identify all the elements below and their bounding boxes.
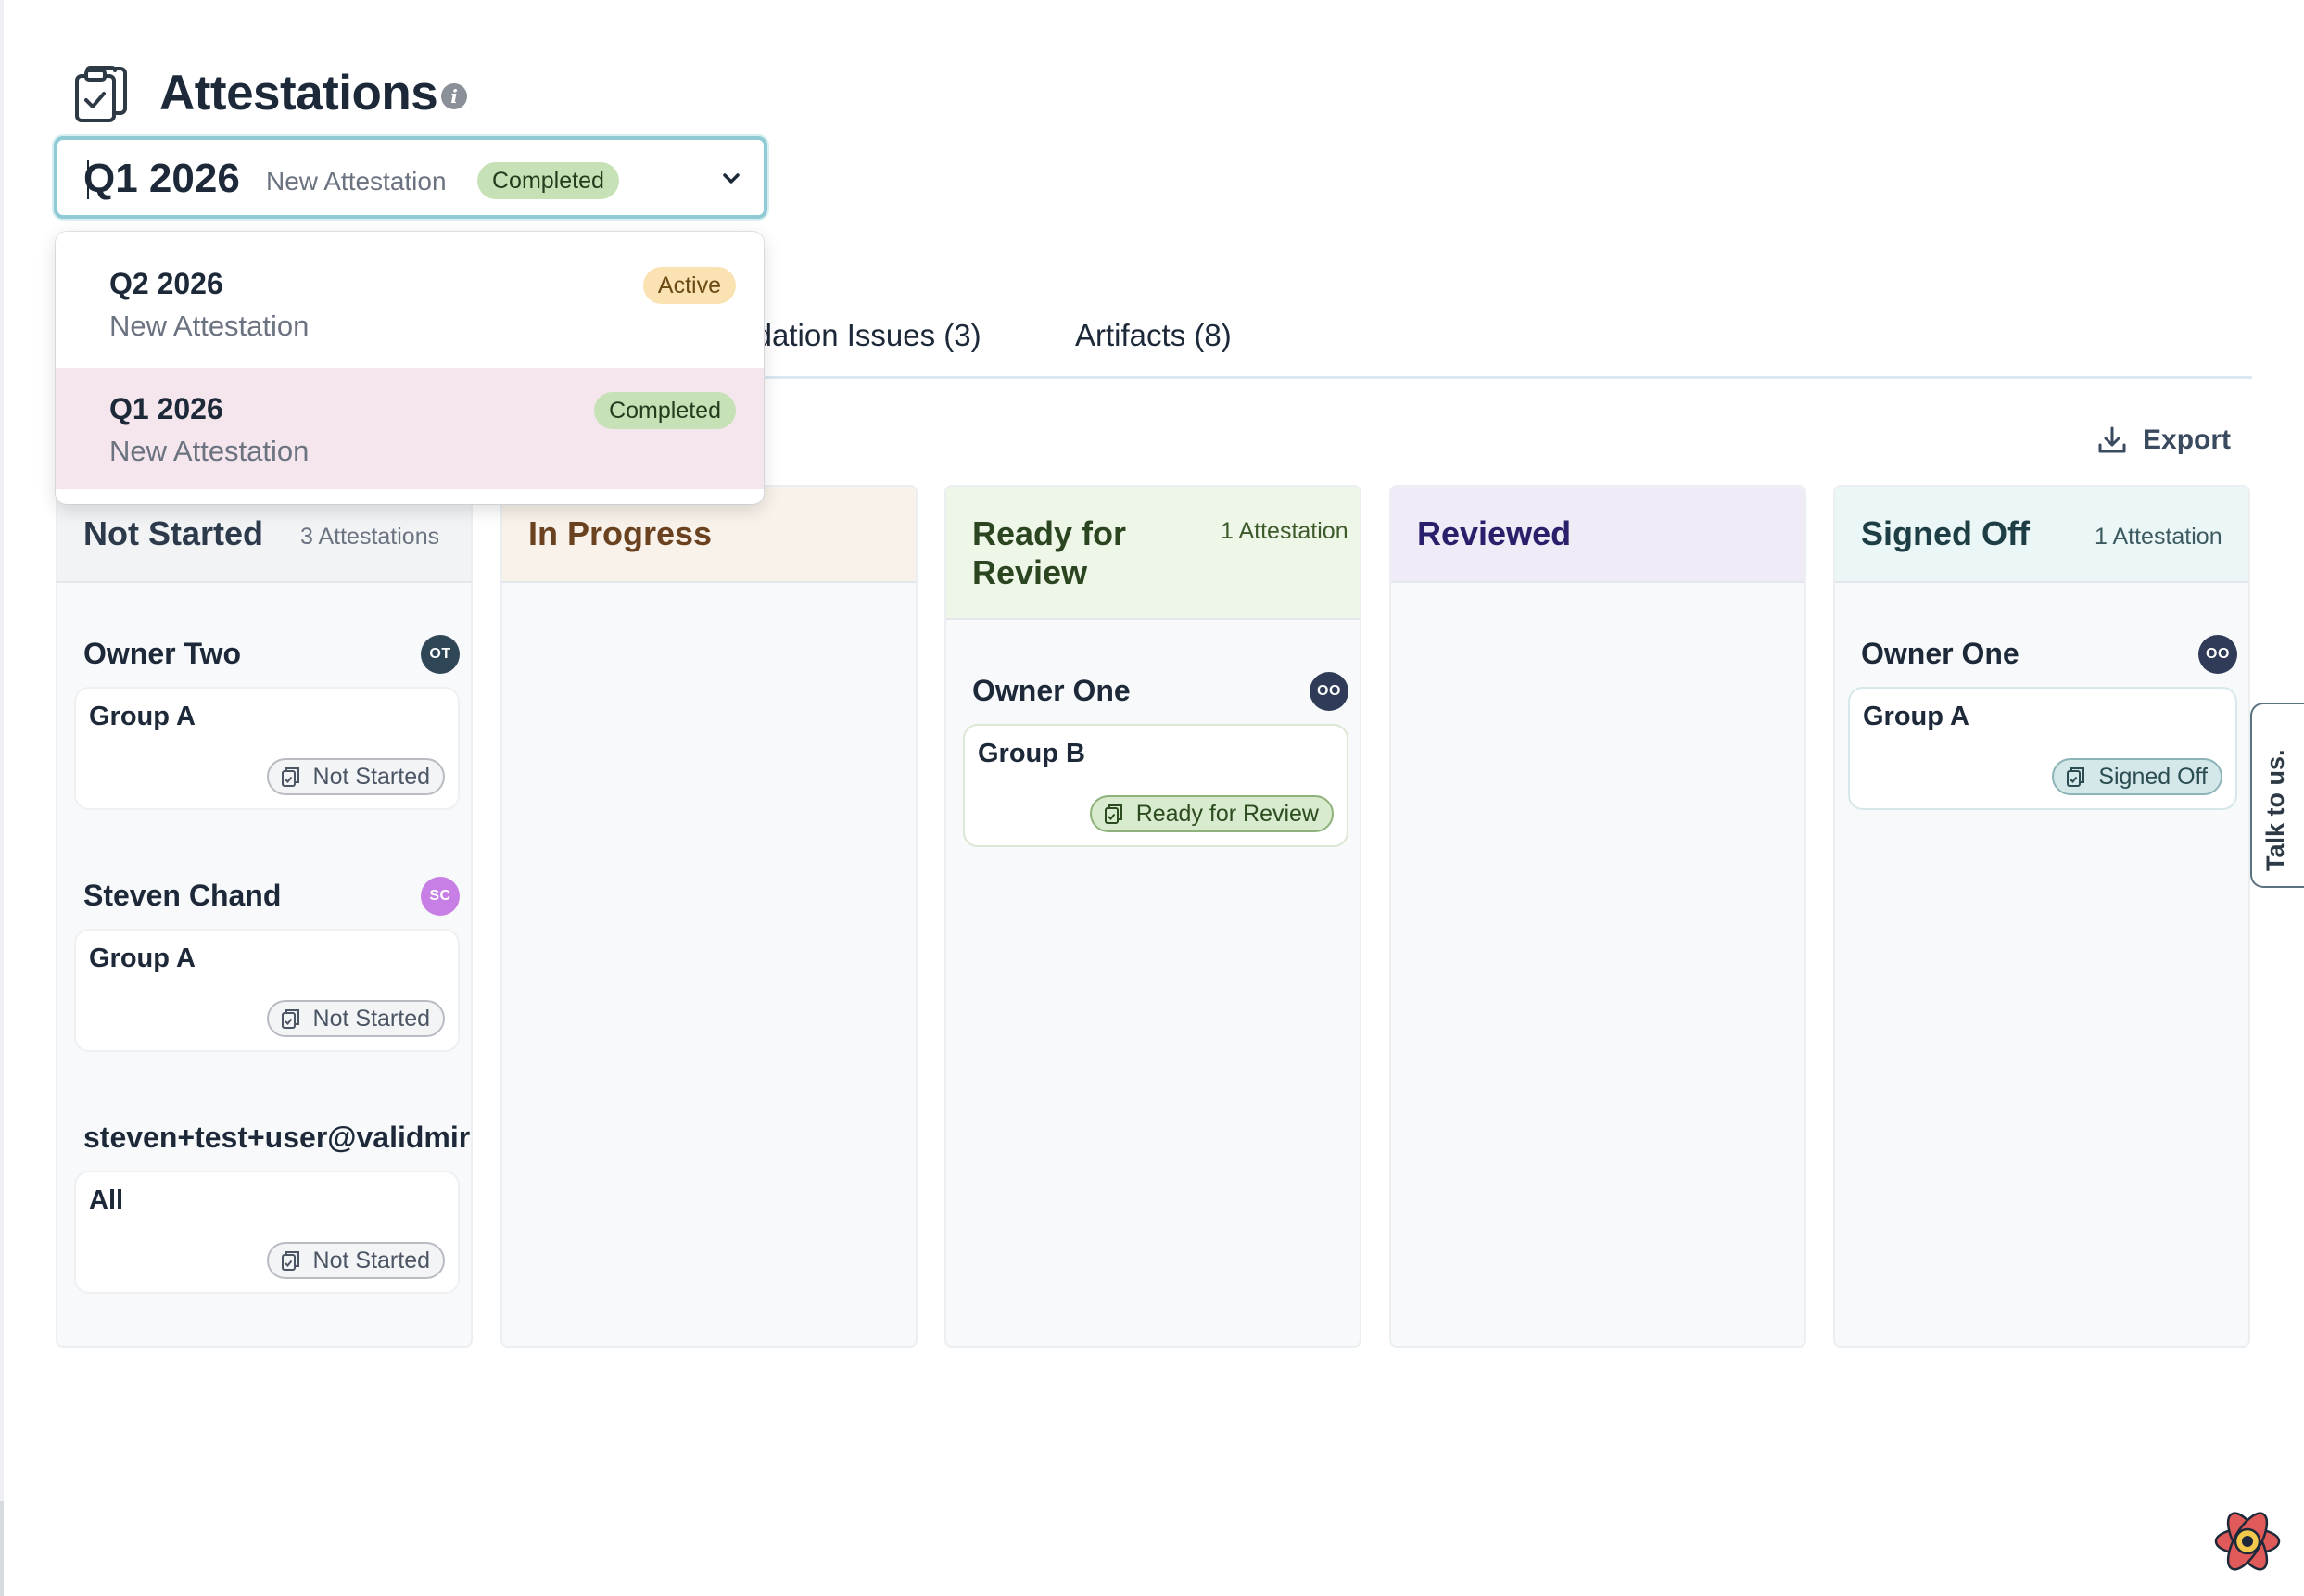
attestation-card[interactable]: Group A Not Started xyxy=(74,687,460,810)
owner-name: Owner One xyxy=(972,674,1131,707)
column-title: Ready for Review xyxy=(972,514,1127,591)
column-reviewed: Reviewed xyxy=(1389,485,1806,1348)
talk-to-us-button[interactable]: Talk to us. xyxy=(2250,703,2304,888)
dropdown-option-q2-2026[interactable]: Q2 2026 New Attestation Active xyxy=(56,243,764,364)
download-icon xyxy=(2098,426,2126,453)
attestation-card[interactable]: Group A Signed Off xyxy=(1848,687,2237,810)
owner-name: Owner One xyxy=(1861,637,2019,670)
export-label: Export xyxy=(2143,424,2232,455)
avatar: OT xyxy=(421,635,460,674)
column-title: Not Started xyxy=(83,514,264,552)
option-status-badge: Active xyxy=(642,267,736,304)
column-in-progress: In Progress xyxy=(500,485,918,1348)
left-edge-divider xyxy=(0,0,4,1596)
card-group: Group B xyxy=(978,739,1085,768)
avatar: OO xyxy=(2198,635,2237,674)
select-status-badge: Completed xyxy=(477,162,619,199)
clipboard-check-icon xyxy=(75,66,127,122)
column-header: Reviewed xyxy=(1391,487,1804,583)
clipboard-icon xyxy=(281,1251,299,1271)
attestation-card[interactable]: Group A Not Started xyxy=(74,929,460,1052)
card-group: Group A xyxy=(1863,702,1969,731)
attestation-card[interactable]: All Not Started xyxy=(74,1171,460,1294)
attestation-card[interactable]: Group B Ready for Review xyxy=(963,724,1348,847)
clipboard-icon xyxy=(1104,804,1122,824)
status-badge: Ready for Review xyxy=(1089,795,1334,832)
info-icon[interactable]: i xyxy=(441,83,467,109)
column-title: Reviewed xyxy=(1417,514,1572,552)
column-header: Signed Off 1 Attestation xyxy=(1835,487,2248,583)
option-subtitle: New Attestation xyxy=(109,310,310,342)
talk-to-us-label: Talk to us. xyxy=(2261,749,2289,871)
owner-name: Owner Two xyxy=(83,637,242,670)
column-signed-off: Signed Off 1 Attestation Owner One OO Gr… xyxy=(1833,485,2250,1348)
select-value: Q1 2026 xyxy=(83,156,240,201)
status-label: Signed Off xyxy=(2098,763,2208,790)
column-ready-for-review: Ready for Review 1 Attestation Owner One… xyxy=(944,485,1361,1348)
avatar: SC xyxy=(421,877,460,916)
select-subtitle: New Attestation xyxy=(266,167,447,196)
tab-validation-issues[interactable]: lidation Issues (3) xyxy=(741,315,981,356)
column-not-started: Not Started 3 Attestations Owner Two OT … xyxy=(56,485,473,1348)
page-title: Attestations xyxy=(159,66,438,120)
card-group: Group A xyxy=(89,944,196,973)
option-label: Q2 2026 xyxy=(109,267,223,300)
clipboard-icon xyxy=(281,1009,299,1029)
export-button[interactable]: Export xyxy=(2096,421,2231,460)
column-header: Ready for Review 1 Attestation xyxy=(946,487,1360,620)
dropdown-option-q1-2026[interactable]: Q1 2026 New Attestation Completed xyxy=(56,368,764,489)
clipboard-icon xyxy=(2067,767,2085,787)
status-label: Not Started xyxy=(312,1247,430,1273)
column-title: Signed Off xyxy=(1861,514,2030,552)
status-badge: Not Started xyxy=(266,758,445,795)
chevron-down-icon[interactable] xyxy=(719,166,743,190)
column-count: 3 Attestations xyxy=(300,524,440,550)
edge-marker xyxy=(0,1501,4,1596)
avatar: OO xyxy=(1310,672,1348,711)
option-subtitle: New Attestation xyxy=(109,435,310,467)
clipboard-icon xyxy=(281,767,299,787)
status-badge: Signed Off xyxy=(2052,758,2222,795)
app-logo-icon[interactable] xyxy=(2209,1503,2285,1579)
status-label: Not Started xyxy=(312,763,430,790)
status-badge: Not Started xyxy=(266,1242,445,1279)
tab-artifacts[interactable]: Artifacts (8) xyxy=(1075,315,1232,356)
status-badge: Not Started xyxy=(266,1000,445,1037)
attestation-dropdown: Q2 2026 New Attestation Active Q1 2026 N… xyxy=(56,232,764,504)
owner-name: steven+test+user@validmir xyxy=(83,1121,471,1154)
column-title: In Progress xyxy=(528,514,713,552)
text-caret xyxy=(87,160,89,199)
card-group: Group A xyxy=(89,702,196,731)
status-label: Ready for Review xyxy=(1135,800,1319,827)
column-count: 1 Attestation xyxy=(1221,518,1348,544)
attestation-select[interactable]: Q1 2026 New Attestation Completed xyxy=(54,136,767,219)
card-group: All xyxy=(89,1185,124,1215)
option-label: Q1 2026 xyxy=(109,392,223,425)
column-count: 1 Attestation xyxy=(2095,524,2222,550)
option-status-badge: Completed xyxy=(594,392,736,429)
owner-name: Steven Chand xyxy=(83,879,282,912)
status-label: Not Started xyxy=(312,1005,430,1032)
